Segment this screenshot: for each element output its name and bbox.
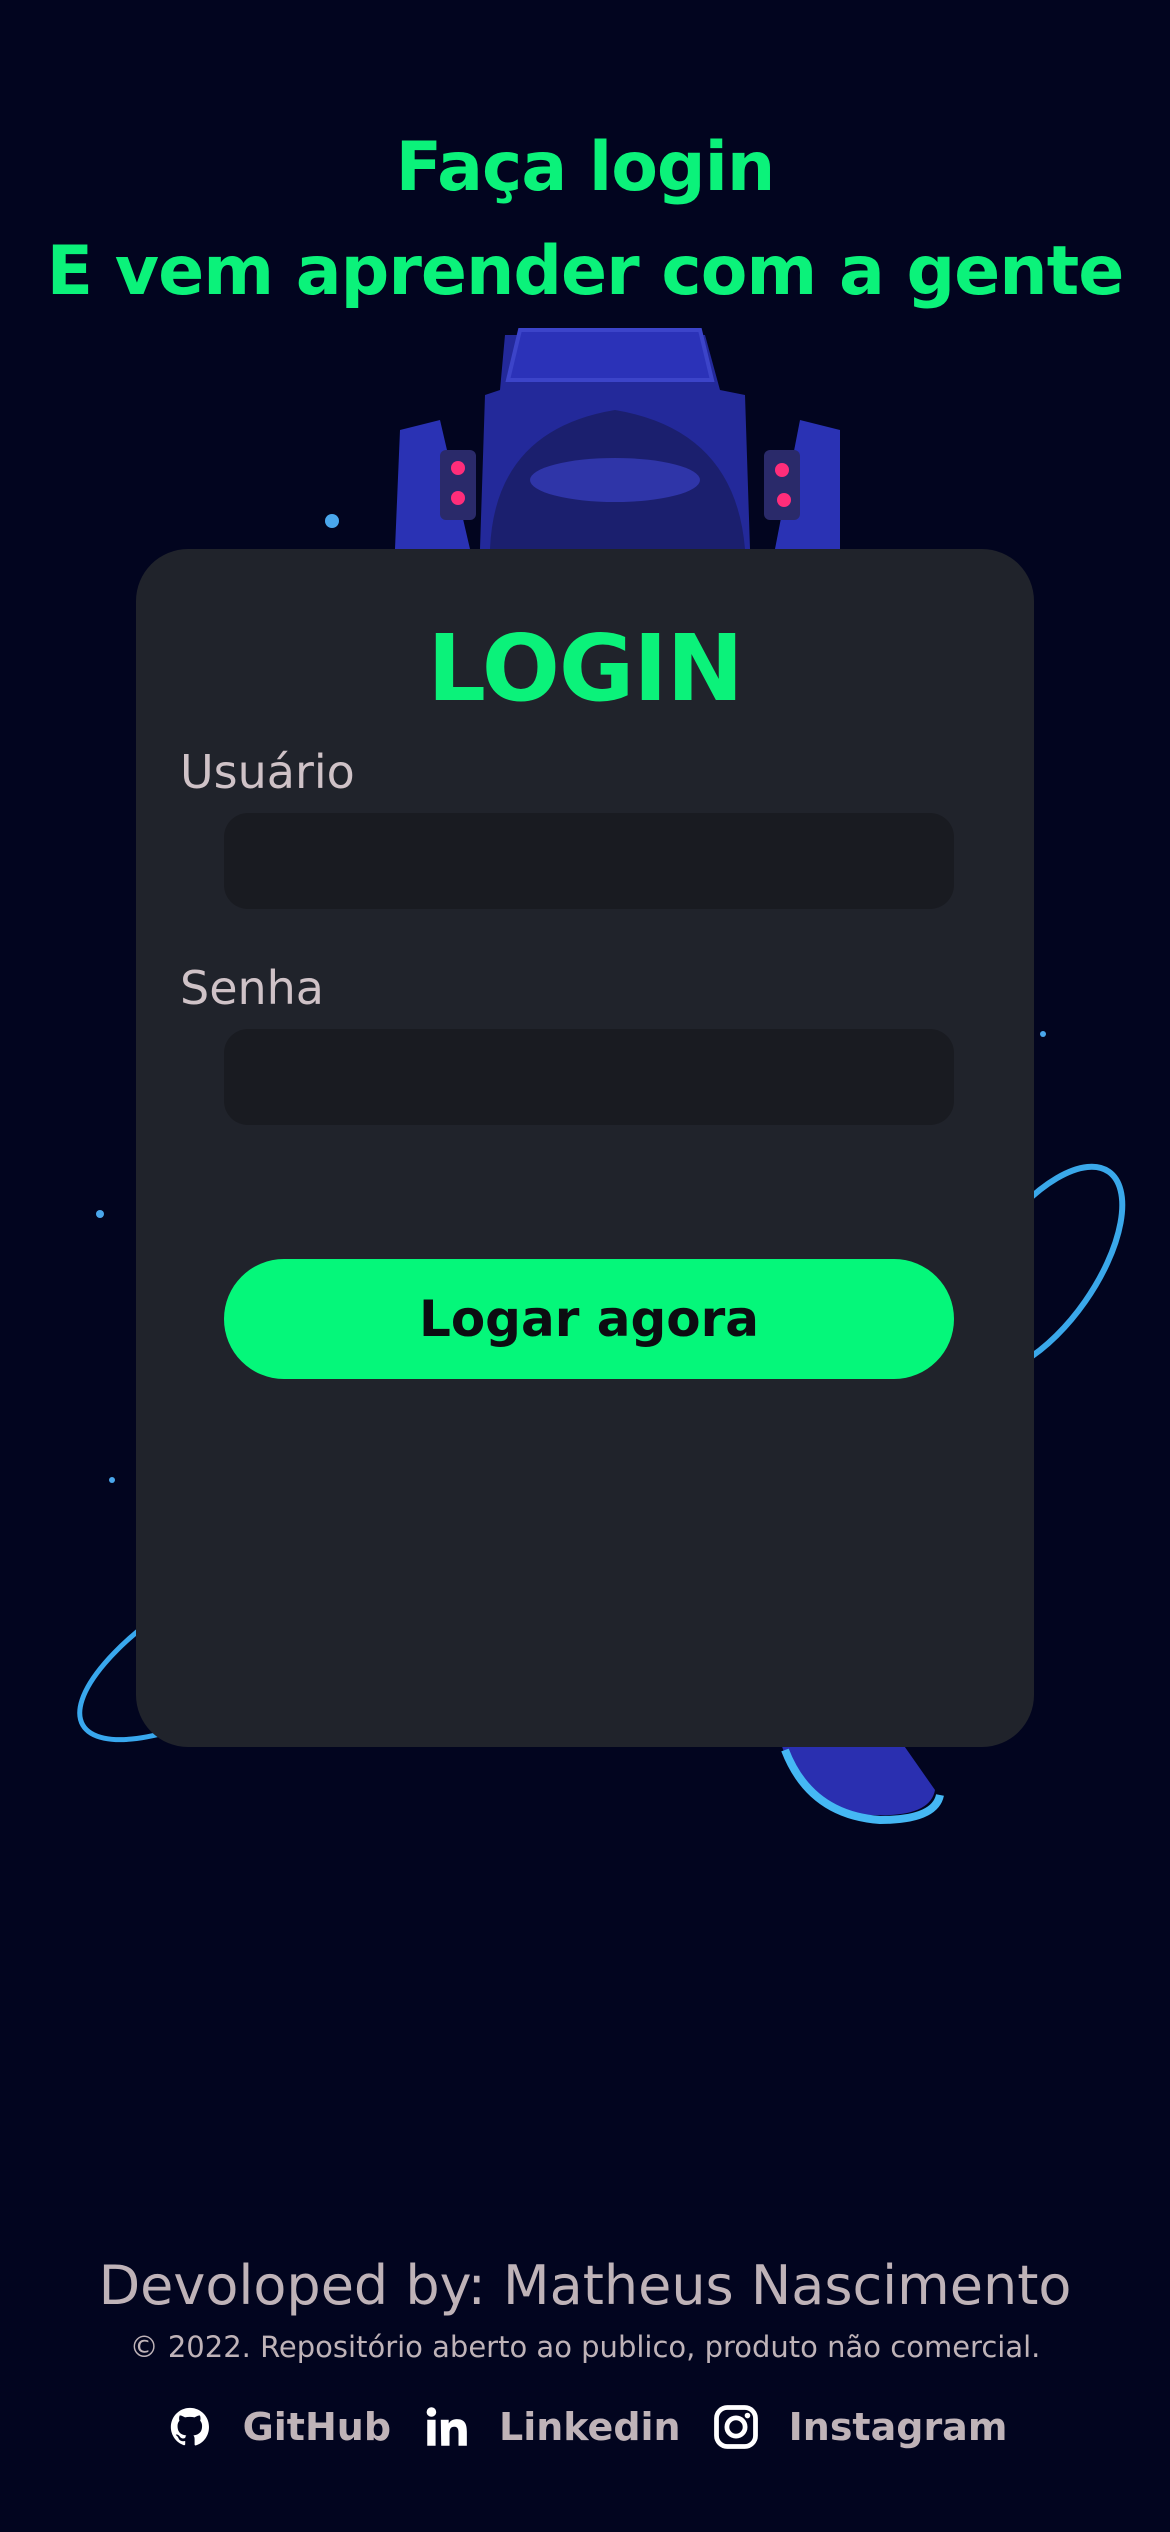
- footer-credit: Devoloped by: Matheus Nascimento: [98, 2254, 1072, 2317]
- instagram-link[interactable]: Instagram: [709, 2400, 1008, 2454]
- linkedin-icon: [419, 2400, 473, 2454]
- login-title: LOGIN: [427, 615, 743, 722]
- social-links: GitHub Linkedin Instagram: [0, 2400, 1170, 2454]
- username-input[interactable]: [224, 813, 954, 909]
- login-page: Faça login E vem aprender com a gente LO…: [0, 0, 1170, 2532]
- github-label: GitHub: [242, 2405, 392, 2449]
- login-card: LOGIN Usuário Senha Logar agora: [136, 549, 1034, 1747]
- headline-login: Faça login: [395, 128, 776, 207]
- footer-copyright: © 2022. Repositório aberto ao publico, p…: [129, 2330, 1041, 2364]
- headline-tagline: E vem aprender com a gente: [46, 232, 1125, 311]
- github-link[interactable]: GitHub: [163, 2400, 391, 2454]
- linkedin-link[interactable]: Linkedin: [419, 2400, 681, 2454]
- linkedin-label: Linkedin: [499, 2405, 681, 2449]
- login-button[interactable]: Logar agora: [224, 1259, 954, 1379]
- github-icon: [163, 2400, 217, 2454]
- username-label: Usuário: [180, 745, 355, 799]
- password-input[interactable]: [224, 1029, 954, 1125]
- password-label: Senha: [180, 961, 324, 1015]
- instagram-icon: [709, 2400, 763, 2454]
- instagram-label: Instagram: [788, 2405, 1008, 2449]
